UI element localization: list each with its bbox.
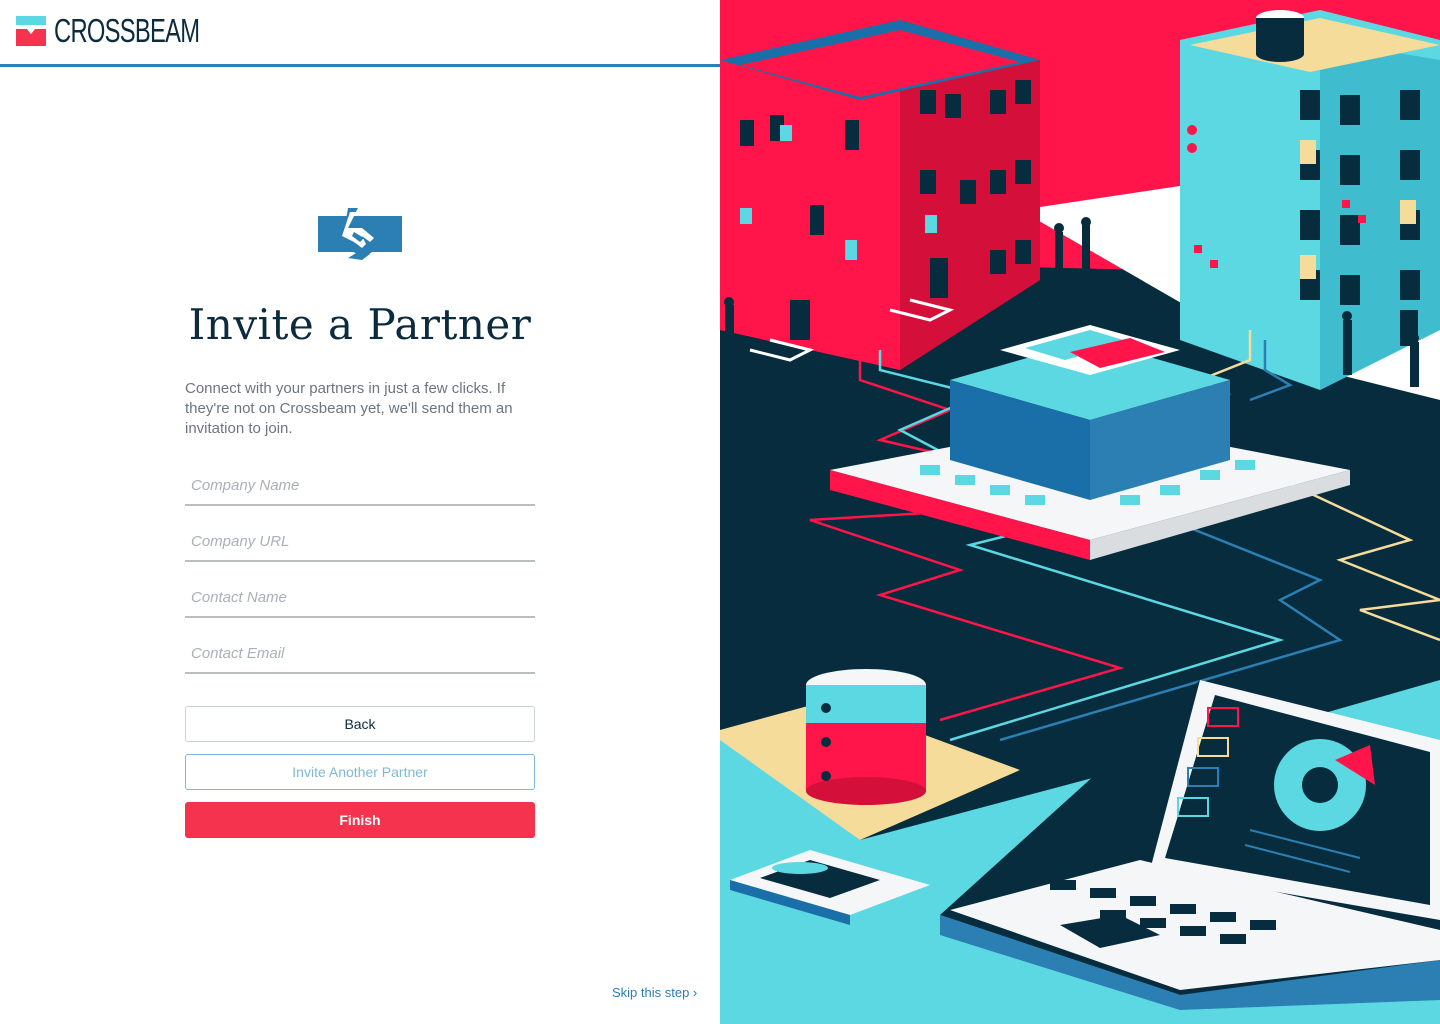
page-title: Invite a Partner — [188, 300, 532, 349]
company-url-input[interactable] — [185, 524, 535, 558]
handshake-icon — [318, 208, 402, 260]
company-url-field — [185, 524, 535, 562]
isometric-city-illustration — [720, 0, 1440, 1024]
company-name-input[interactable] — [185, 468, 535, 502]
crossbeam-logo[interactable]: CROSSBEAM — [16, 12, 256, 49]
contact-name-input[interactable] — [185, 580, 535, 614]
database-icon — [806, 669, 926, 805]
invite-another-partner-button[interactable]: Invite Another Partner — [185, 754, 535, 790]
skip-step-link[interactable]: Skip this step › — [612, 985, 697, 1000]
back-button[interactable]: Back — [185, 706, 535, 742]
logo-wordmark: CROSSBEAM — [54, 12, 200, 49]
hero-illustration — [720, 0, 1440, 1024]
cyan-building — [1180, 10, 1440, 390]
company-name-field — [185, 468, 535, 506]
header-bar: CROSSBEAM — [0, 0, 720, 67]
page-description: Connect with your partners in just a few… — [185, 380, 513, 437]
contact-email-field — [185, 636, 535, 674]
form-panel: CROSSBEAM Invite a Partner Connect with … — [0, 0, 720, 1024]
contact-email-input[interactable] — [185, 636, 535, 670]
contact-name-field — [185, 580, 535, 618]
finish-button[interactable]: Finish — [185, 802, 535, 838]
crossbeam-logo-mark-icon — [16, 16, 46, 46]
